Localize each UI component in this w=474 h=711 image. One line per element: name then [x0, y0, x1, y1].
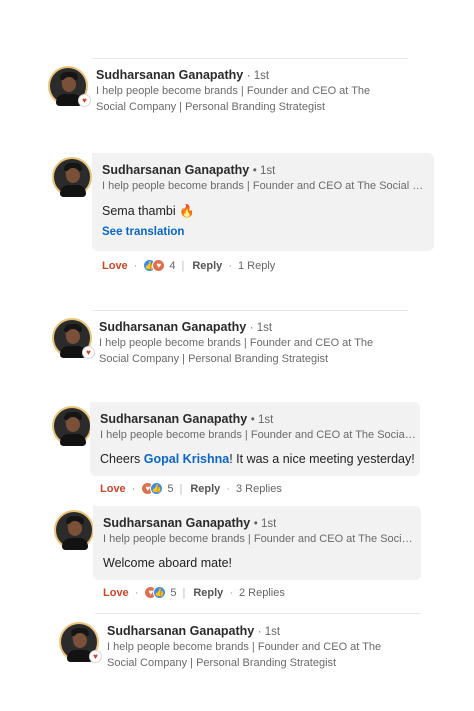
author-name-text[interactable]: Sudharsanan Ganapathy: [103, 516, 250, 530]
divider: [92, 310, 408, 311]
reply-button[interactable]: Reply: [192, 260, 222, 272]
comment-actions: Love · ♥ 👍 5 | Reply · 3 Replies: [100, 482, 282, 495]
author-headline: I help people become brands | Founder an…: [107, 641, 382, 669]
replies-link[interactable]: 1 Reply: [238, 260, 275, 272]
love-heart-icon: ♥: [89, 650, 102, 663]
love-heart-icon: ♥: [78, 94, 91, 107]
avatar[interactable]: ♥: [59, 622, 102, 663]
comment-text: Sema thambi 🔥: [102, 204, 195, 218]
connection-degree: 1st: [259, 165, 276, 177]
author-name-text[interactable]: Sudharsanan Ganapathy: [107, 624, 254, 638]
avatar[interactable]: [52, 406, 92, 446]
author-name[interactable]: Sudharsanan Ganapathy · 1st: [99, 320, 272, 334]
connection-degree: 1st: [260, 518, 277, 530]
avatar[interactable]: ♥: [52, 318, 95, 359]
comment-actions: Love · 👍 ♥ 4 | Reply · 1 Reply: [102, 259, 276, 272]
author-headline: I help people become brands | Founder an…: [100, 429, 416, 441]
fire-emoji-icon: 🔥: [179, 204, 195, 218]
reply-button[interactable]: Reply: [190, 483, 220, 495]
love-reaction-button[interactable]: Love: [103, 587, 129, 599]
connection-degree: 1st: [264, 626, 281, 638]
avatar[interactable]: [54, 510, 94, 550]
avatar[interactable]: ♥: [48, 66, 91, 107]
reaction-count[interactable]: 4: [169, 260, 175, 272]
reactions-summary[interactable]: ♥ 👍: [144, 586, 167, 599]
like-reaction-icon: 👍: [153, 586, 167, 599]
comment-text: Welcome aboard mate!: [103, 556, 232, 570]
divider: [95, 613, 421, 614]
author-name[interactable]: Sudharsanan Ganapathy • 1st: [100, 412, 273, 426]
author-headline: I help people become brands | Founder an…: [102, 180, 428, 192]
connection-degree: 1st: [257, 414, 274, 426]
like-reaction-icon: 👍: [150, 482, 164, 495]
love-reaction-button[interactable]: Love: [102, 260, 128, 272]
mention-link[interactable]: Gopal Krishna: [144, 452, 229, 466]
connection-degree: 1st: [253, 70, 270, 82]
divider: [92, 58, 408, 59]
love-reaction-icon: ♥: [152, 259, 166, 272]
connection-degree: 1st: [256, 322, 273, 334]
see-translation-link[interactable]: See translation: [102, 226, 184, 238]
author-name-text[interactable]: Sudharsanan Ganapathy: [102, 163, 249, 177]
author-headline: I help people become brands | Founder an…: [99, 337, 374, 365]
author-headline: I help people become brands | Founder an…: [103, 533, 417, 545]
reactions-summary[interactable]: ♥ 👍: [141, 482, 164, 495]
reaction-count[interactable]: 5: [167, 483, 173, 495]
author-name-text[interactable]: Sudharsanan Ganapathy: [96, 68, 243, 82]
author-name-text[interactable]: Sudharsanan Ganapathy: [99, 320, 246, 334]
replies-link[interactable]: 3 Replies: [236, 483, 282, 495]
avatar[interactable]: [52, 157, 92, 197]
author-headline: I help people become brands | Founder an…: [96, 85, 371, 113]
author-name[interactable]: Sudharsanan Ganapathy · 1st: [107, 624, 280, 638]
author-name[interactable]: Sudharsanan Ganapathy · 1st: [96, 68, 269, 82]
author-name[interactable]: Sudharsanan Ganapathy • 1st: [102, 163, 275, 177]
reaction-count[interactable]: 5: [170, 587, 176, 599]
author-name-text[interactable]: Sudharsanan Ganapathy: [100, 412, 247, 426]
reply-button[interactable]: Reply: [193, 587, 223, 599]
love-reaction-button[interactable]: Love: [100, 483, 126, 495]
comment-text: Cheers Gopal Krishna! It was a nice meet…: [100, 452, 415, 466]
author-name[interactable]: Sudharsanan Ganapathy • 1st: [103, 516, 276, 530]
reactions-summary[interactable]: 👍 ♥: [143, 259, 166, 272]
replies-link[interactable]: 2 Replies: [239, 587, 285, 599]
love-heart-icon: ♥: [82, 346, 95, 359]
comment-actions: Love · ♥ 👍 5 | Reply · 2 Replies: [103, 586, 285, 599]
